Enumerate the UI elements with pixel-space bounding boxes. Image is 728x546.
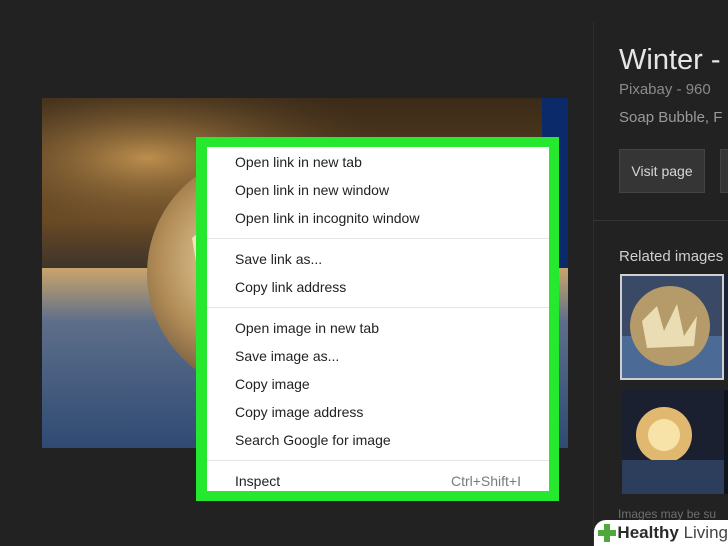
related-images-label: Related images: [619, 248, 724, 265]
related-image-thumbnail-partial[interactable]: [724, 390, 728, 494]
menu-separator: [207, 307, 549, 308]
visit-page-button[interactable]: Visit page: [619, 149, 705, 193]
menu-inspect-shortcut: Ctrl+Shift+I: [450, 473, 521, 489]
watermark-brand: Healthy: [617, 523, 679, 542]
menu-open-link-incognito[interactable]: Open link in incognito window: [207, 204, 549, 232]
menu-separator: [207, 238, 549, 239]
context-menu: Open link in new tab Open link in new wi…: [207, 147, 549, 491]
watermark-logo: Healthy Living: [594, 520, 728, 546]
section-divider: [594, 220, 728, 221]
related-image-thumbnail[interactable]: [620, 274, 724, 380]
plus-cross-icon: [598, 524, 617, 542]
image-info-panel: Winter - Pixabay - 960 Soap Bubble, F Vi…: [594, 0, 728, 546]
menu-inspect-label: Inspect: [235, 473, 281, 489]
menu-separator: [207, 460, 549, 461]
view-image-button[interactable]: [720, 149, 728, 193]
menu-open-link-new-tab[interactable]: Open link in new tab: [207, 148, 549, 176]
menu-open-link-new-window[interactable]: Open link in new window: [207, 176, 549, 204]
menu-save-image-as[interactable]: Save image as...: [207, 342, 549, 370]
menu-inspect[interactable]: Inspect Ctrl+Shift+I: [207, 467, 549, 495]
image-tags: Soap Bubble, F: [619, 109, 723, 126]
menu-copy-image[interactable]: Copy image: [207, 370, 549, 398]
menu-open-image-new-tab[interactable]: Open image in new tab: [207, 314, 549, 342]
menu-copy-image-address[interactable]: Copy image address: [207, 398, 549, 426]
image-source: Pixabay - 960: [619, 81, 711, 98]
images-disclaimer: Images may be su: [618, 507, 717, 521]
menu-search-google-for-image[interactable]: Search Google for image: [207, 426, 549, 454]
image-title: Winter -: [619, 44, 721, 76]
watermark-suffix: Living: [683, 523, 728, 542]
related-image-thumbnail-partial[interactable]: [724, 274, 728, 380]
related-image-thumbnail[interactable]: [622, 390, 724, 494]
menu-save-link-as[interactable]: Save link as...: [207, 245, 549, 273]
menu-copy-link-address[interactable]: Copy link address: [207, 273, 549, 301]
